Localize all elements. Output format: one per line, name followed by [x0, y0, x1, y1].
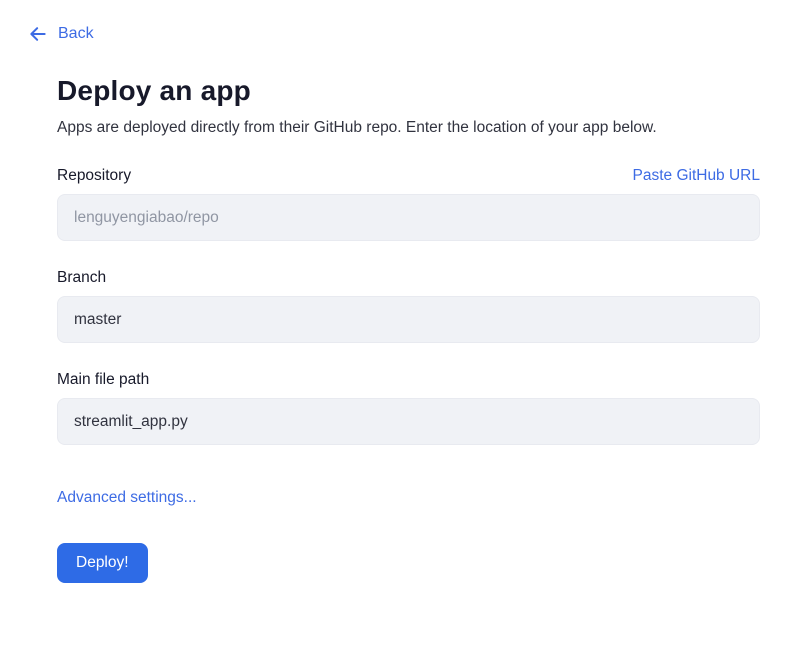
deploy-app-page: Back Deploy an app Apps are deployed dir…: [0, 0, 796, 583]
back-link[interactable]: Back: [28, 24, 94, 44]
repository-label: Repository: [57, 167, 132, 184]
repository-field-group: Repository Paste GitHub URL: [57, 167, 760, 241]
branch-label: Branch: [57, 269, 107, 286]
main-file-path-field-header: Main file path: [57, 371, 760, 389]
page-subtitle: Apps are deployed directly from their Gi…: [57, 119, 657, 136]
main-file-path-field-group: Main file path: [57, 371, 760, 445]
repository-field-header: Repository Paste GitHub URL: [57, 167, 760, 185]
branch-input[interactable]: [57, 296, 760, 343]
page-title: Deploy an app: [57, 75, 251, 106]
back-link-label: Back: [58, 25, 94, 42]
deploy-form: Repository Paste GitHub URL Branch Main …: [57, 167, 760, 583]
deploy-button-row: Deploy!: [57, 507, 760, 583]
paste-github-url-link[interactable]: Paste GitHub URL: [633, 167, 761, 185]
arrow-left-icon: [28, 24, 48, 44]
main-file-path-input[interactable]: [57, 398, 760, 445]
deploy-button[interactable]: Deploy!: [57, 543, 148, 583]
main-file-path-label: Main file path: [57, 371, 150, 388]
branch-field-group: Branch: [57, 269, 760, 343]
advanced-settings-link[interactable]: Advanced settings...: [57, 489, 197, 507]
repository-input[interactable]: [57, 194, 760, 241]
deploy-form-container: Deploy an app Apps are deployed directly…: [57, 75, 760, 583]
branch-field-header: Branch: [57, 269, 760, 287]
